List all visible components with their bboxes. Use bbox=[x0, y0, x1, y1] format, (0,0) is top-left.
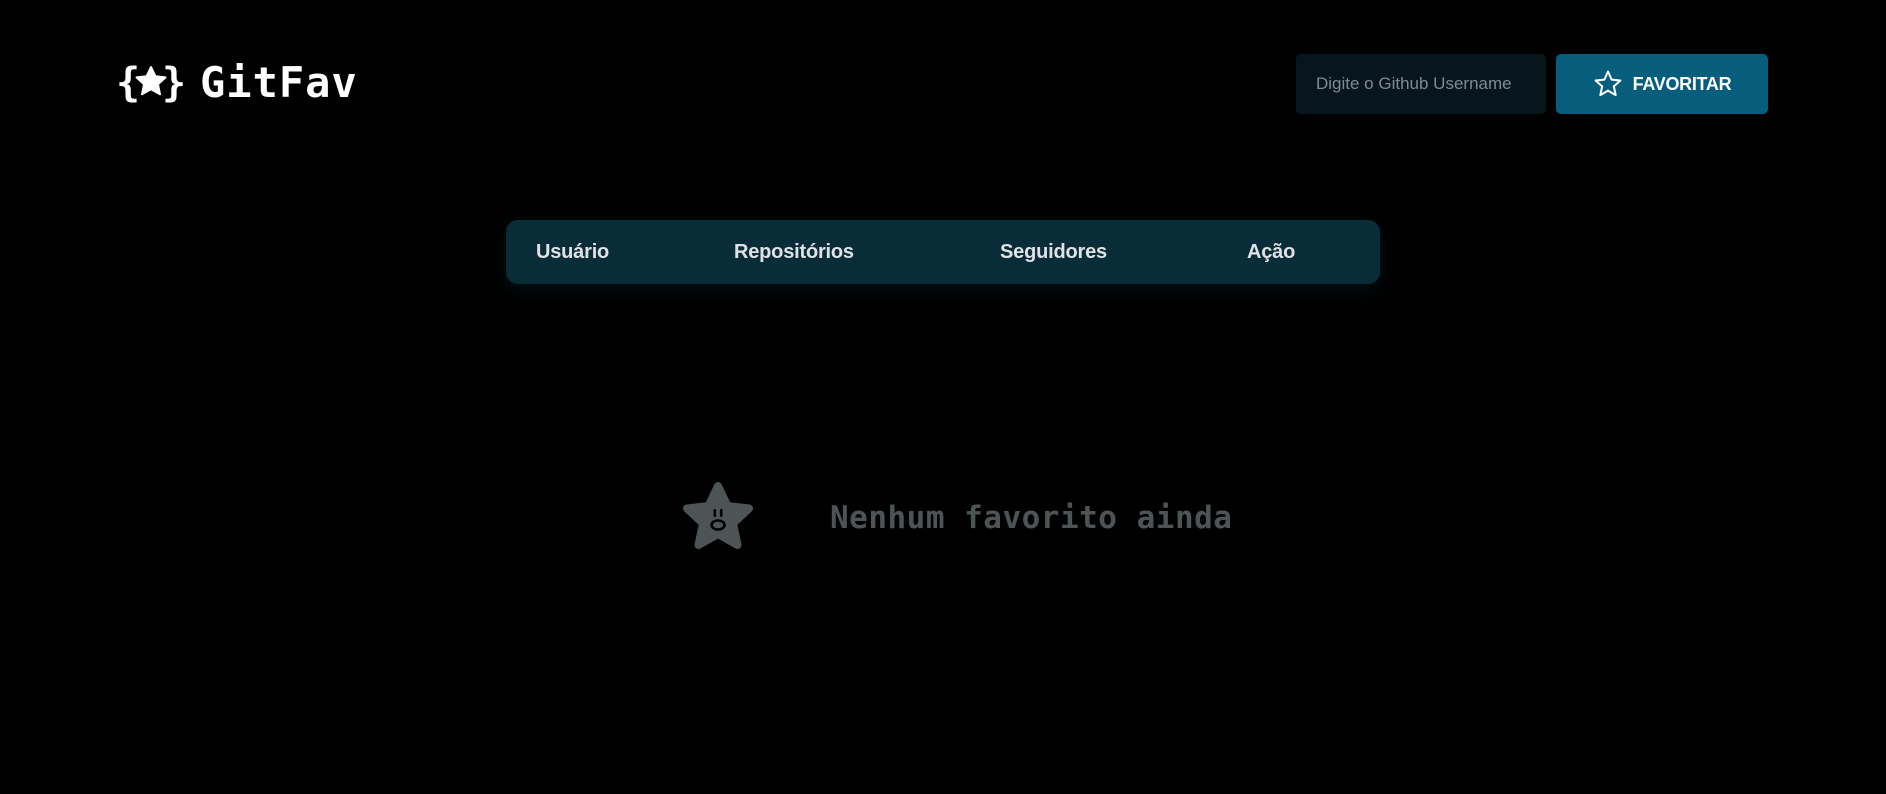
github-username-input[interactable] bbox=[1296, 54, 1546, 114]
sad-star-icon bbox=[678, 480, 758, 556]
empty-state: Nenhum favorito ainda bbox=[678, 480, 1232, 556]
column-header-user: Usuário bbox=[536, 241, 610, 263]
star-outline-icon bbox=[1593, 69, 1623, 99]
column-header-followers: Seguidores bbox=[1000, 241, 1107, 263]
svg-text:{: { bbox=[116, 60, 140, 105]
favorite-button[interactable]: FAVORITAR bbox=[1556, 54, 1768, 114]
column-header-repositories: Repositórios bbox=[734, 241, 854, 263]
column-header-action: Ação bbox=[1247, 241, 1296, 263]
favorites-table-header: Usuário Repositórios Seguidores Ação bbox=[506, 220, 1380, 284]
empty-state-message: Nenhum favorito ainda bbox=[830, 500, 1233, 536]
svg-text:}: } bbox=[162, 60, 186, 105]
favorite-button-label: FAVORITAR bbox=[1632, 73, 1732, 94]
logo-star-icon: { } bbox=[116, 54, 186, 110]
logo: { } GitFav bbox=[116, 54, 358, 110]
logo-text: GitFav bbox=[200, 57, 358, 107]
